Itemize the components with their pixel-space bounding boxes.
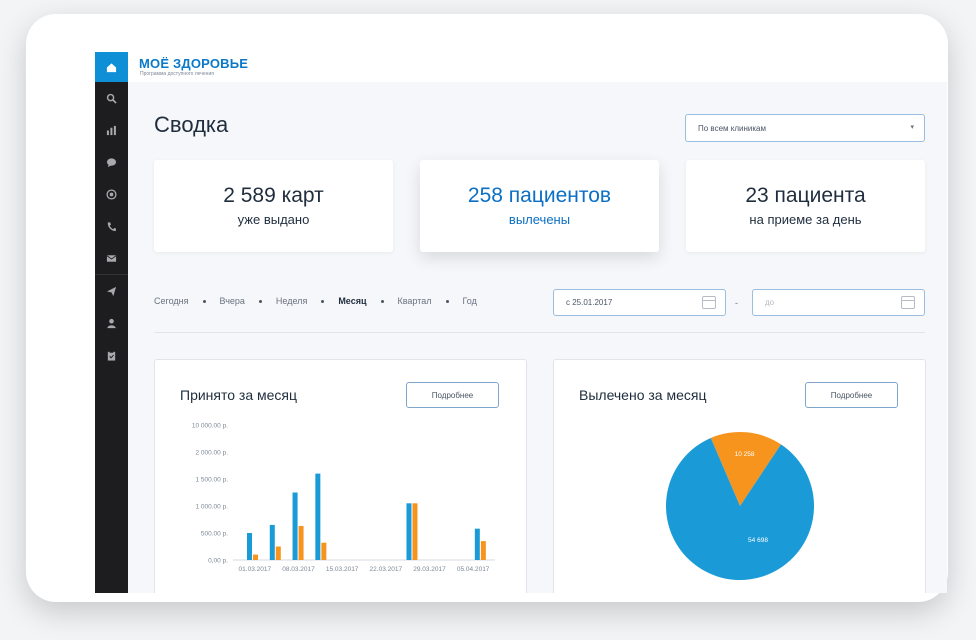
- date-to-input[interactable]: до: [752, 289, 925, 316]
- bar-chart-icon: [106, 125, 116, 135]
- date-to-placeholder: до: [765, 298, 775, 307]
- period-month[interactable]: Месяц: [338, 296, 366, 306]
- bar-series-2: [480, 541, 486, 560]
- bar-series-2: [321, 542, 327, 560]
- y-tick-label: 0,00 р.: [208, 558, 228, 565]
- bar-series-2: [412, 503, 418, 560]
- mail-icon: [106, 254, 117, 262]
- device-frame: МОЁ ЗДОРОВЬЕ Программа доступного лечени…: [26, 14, 948, 602]
- clipboard-icon: [107, 350, 116, 361]
- chevron-down-icon: ▾: [910, 124, 914, 131]
- y-tick-label: 1 500.00 р.: [195, 477, 228, 484]
- date-from-input[interactable]: с 25.01.2017: [553, 289, 726, 316]
- x-tick-label: 08.03.2017: [282, 566, 315, 573]
- separator-dot: [445, 299, 449, 303]
- chat-icon: [106, 157, 117, 167]
- period-today[interactable]: Сегодня: [154, 296, 189, 306]
- bar-series-1: [292, 492, 298, 560]
- bar-series-1: [406, 503, 412, 560]
- user-icon: [107, 318, 116, 328]
- x-tick-label: 22.03.2017: [370, 566, 403, 573]
- x-tick-label: 15.03.2017: [326, 566, 359, 573]
- period-year[interactable]: Год: [463, 296, 477, 306]
- stat-card-patients-cured[interactable]: 258 пациентов вылечены: [420, 160, 659, 252]
- bar-series-2: [275, 546, 281, 560]
- send-icon: [106, 286, 117, 296]
- bar-chart: 10 000.00 р. 2 000.00 р. 1 500.00 р. 1 000.…: [192, 423, 495, 573]
- stat-value: 23 пациента: [745, 184, 866, 207]
- bar-series-1: [474, 528, 480, 560]
- logo-subtitle: Программа доступного лечения: [140, 71, 214, 77]
- bar-series-2: [298, 525, 304, 560]
- sidebar-item-tasks[interactable]: [95, 339, 128, 371]
- clinic-select[interactable]: По всем клиникам ▾: [685, 114, 925, 142]
- sidebar-item-stats[interactable]: [95, 114, 128, 146]
- date-range-dash: -: [735, 298, 738, 308]
- stat-caption: на приеме за день: [749, 212, 862, 227]
- globe-icon: [106, 188, 117, 200]
- separator-dot: [258, 299, 262, 303]
- separator-dot: [380, 299, 384, 303]
- stat-value: 2 589 карт: [223, 184, 324, 207]
- period-week[interactable]: Неделя: [276, 296, 307, 306]
- bar-series-1: [247, 533, 252, 560]
- y-tick-label: 2 000.00 р.: [195, 450, 228, 457]
- x-tick-label: 01.03.2017: [239, 566, 272, 573]
- period-filter: Сегодня Вчера Неделя Месяц Квартал Год: [154, 296, 477, 306]
- sidebar-item-profile[interactable]: [95, 307, 128, 339]
- y-tick-label: 1 000.00 р.: [195, 504, 228, 511]
- y-tick-label: 500.00 р.: [201, 531, 228, 538]
- sidebar-item-phone[interactable]: [95, 210, 128, 242]
- stat-card-cards-issued[interactable]: 2 589 карт уже выдано: [154, 160, 393, 252]
- separator-dot: [202, 299, 206, 303]
- calendar-icon[interactable]: [901, 296, 915, 309]
- calendar-icon[interactable]: [702, 296, 716, 309]
- home-icon: [106, 62, 117, 72]
- pie-chart: 10 258 54 698: [666, 432, 814, 580]
- page-title: Сводка: [154, 112, 229, 137]
- clinic-select-value: По всем клиникам: [698, 124, 766, 133]
- sidebar-item-send[interactable]: [95, 275, 128, 307]
- panel-accepted: Принято за месяц Подробнее 10 000.00 р. 2…: [154, 359, 527, 593]
- x-tick-label: 05.04.2017: [457, 566, 490, 573]
- panel-cured: Вылечено за месяц Подробнее 10 258 54 698: [553, 359, 926, 593]
- bar-series-1: [315, 473, 321, 560]
- logo-title: МОЁ ЗДОРОВЬЕ: [139, 56, 249, 71]
- stat-value: 258 пациентов: [467, 184, 612, 207]
- period-yesterday[interactable]: Вчера: [220, 296, 245, 306]
- bar-series-2: [253, 554, 258, 560]
- divider: [154, 332, 925, 333]
- stat-caption: уже выдано: [237, 212, 310, 227]
- y-tick-label: 10 000.00 р.: [192, 423, 228, 430]
- sidebar-item-home[interactable]: [95, 52, 128, 82]
- sidebar-item-mail[interactable]: [95, 242, 128, 274]
- separator-dot: [321, 299, 325, 303]
- x-tick-label: 29.03.2017: [413, 566, 446, 573]
- app-screen: МОЁ ЗДОРОВЬЕ Программа доступного лечени…: [95, 52, 947, 593]
- stat-caption: вылечены: [508, 212, 571, 227]
- search-icon: [106, 93, 117, 104]
- phone-icon: [107, 221, 117, 231]
- pie-slice-label: 10 258: [735, 451, 755, 458]
- period-quarter[interactable]: Квартал: [398, 296, 432, 306]
- stat-card-daily-reception[interactable]: 23 пациента на приеме за день: [686, 160, 925, 252]
- top-bar: МОЁ ЗДОРОВЬЕ Программа доступного лечени…: [128, 52, 947, 82]
- pie-slice-label: 54 698: [748, 537, 768, 544]
- date-from-value: с 25.01.2017: [566, 298, 613, 307]
- bar-series-1: [269, 524, 275, 560]
- sidebar: [95, 52, 128, 593]
- sidebar-item-search[interactable]: [95, 82, 128, 114]
- sidebar-item-chat[interactable]: [95, 146, 128, 178]
- sidebar-item-globe[interactable]: [95, 178, 128, 210]
